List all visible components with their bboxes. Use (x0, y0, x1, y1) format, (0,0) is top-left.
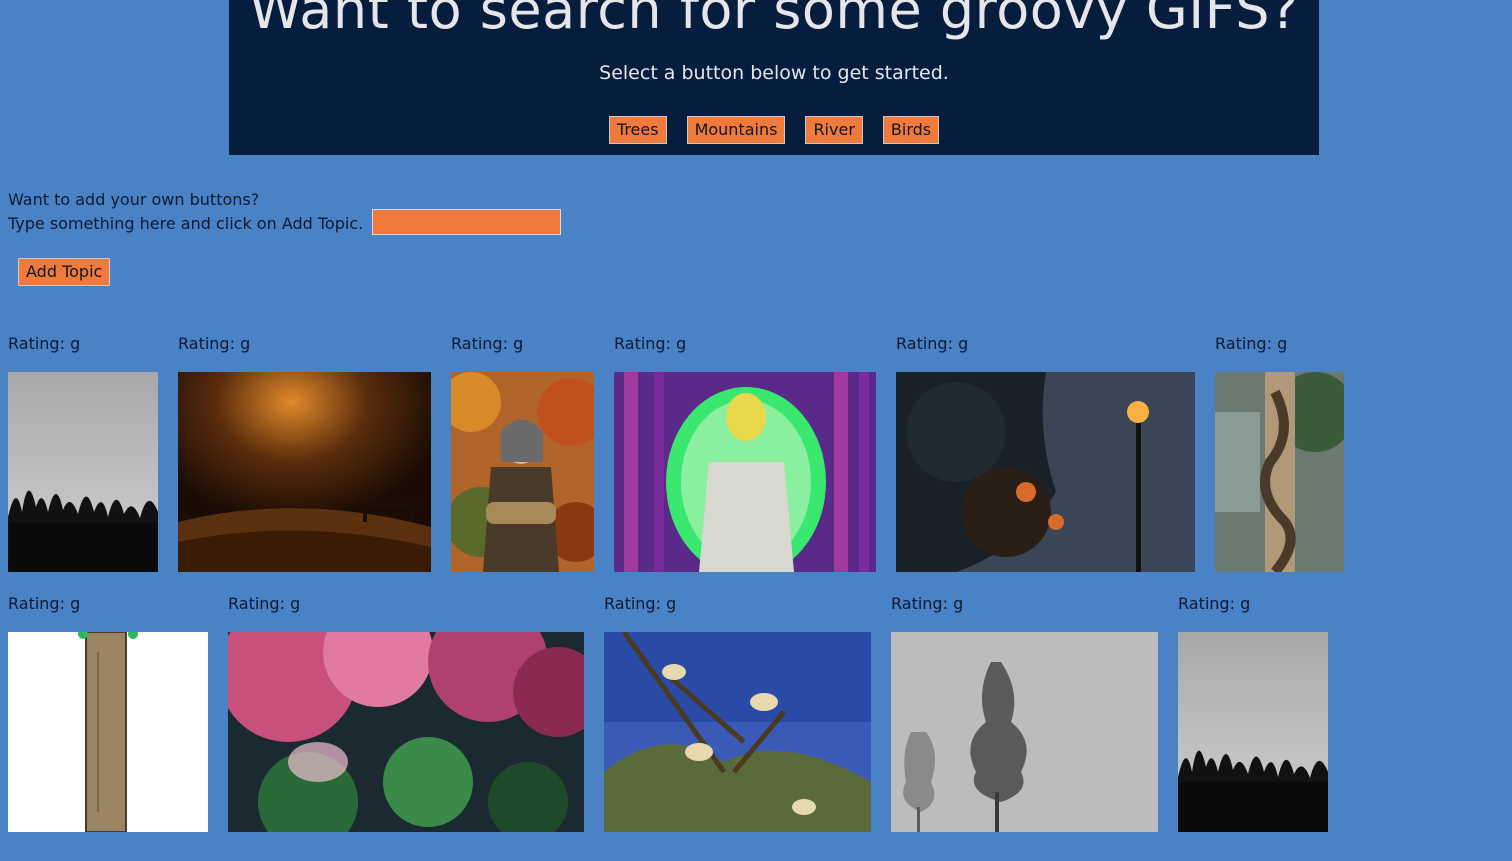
topic-button-river[interactable]: River (805, 116, 863, 144)
page-subtitle: Select a button below to get started. (599, 62, 949, 84)
gif-rating: Rating: g (8, 334, 81, 353)
add-topic-prompt: Want to add your own buttons? Type somet… (8, 188, 363, 236)
tree-silhouette-image[interactable] (1178, 632, 1328, 832)
gif-rating: Rating: g (896, 334, 969, 353)
tree-silhouette-image[interactable] (8, 372, 158, 572)
cartoon-tree-trunk-image[interactable] (8, 632, 208, 832)
topic-input[interactable] (372, 209, 561, 235)
cherry-blossom-forest-image[interactable] (228, 632, 584, 832)
gif-rating: Rating: g (451, 334, 524, 353)
topic-button-bar: Trees Mountains River Birds (229, 116, 1319, 144)
glowing-cartoon-man-image[interactable] (614, 372, 876, 572)
gif-rating: Rating: g (1215, 334, 1288, 353)
foggy-pines-image[interactable] (891, 632, 1158, 832)
gif-rating: Rating: g (228, 594, 301, 613)
gif-rating: Rating: g (604, 594, 677, 613)
woman-holding-log-image[interactable] (451, 372, 594, 572)
goats-in-tree-image[interactable] (604, 632, 871, 832)
topic-button-trees[interactable]: Trees (608, 116, 667, 144)
add-topic-button[interactable]: Add Topic (18, 258, 111, 286)
gif-rating: Rating: g (891, 594, 964, 613)
snake-on-tree-image[interactable] (1215, 372, 1344, 572)
add-topic-prompt-line2: Type something here and click on Add Top… (8, 214, 364, 233)
street-lamp-tree-image[interactable] (896, 372, 1195, 572)
add-topic-prompt-line1: Want to add your own buttons? (8, 190, 260, 209)
hero-banner: Want to search for some groovy GIFS? Sel… (229, 0, 1319, 155)
topic-button-birds[interactable]: Birds (882, 116, 940, 144)
page-title: Want to search for some groovy GIFS? (248, 0, 1300, 41)
gif-rating: Rating: g (8, 594, 81, 613)
gif-rating: Rating: g (1178, 594, 1251, 613)
topic-button-mountains[interactable]: Mountains (686, 116, 786, 144)
gif-rating: Rating: g (178, 334, 251, 353)
autumn-park-bench-image[interactable] (178, 372, 431, 572)
gif-rating: Rating: g (614, 334, 687, 353)
